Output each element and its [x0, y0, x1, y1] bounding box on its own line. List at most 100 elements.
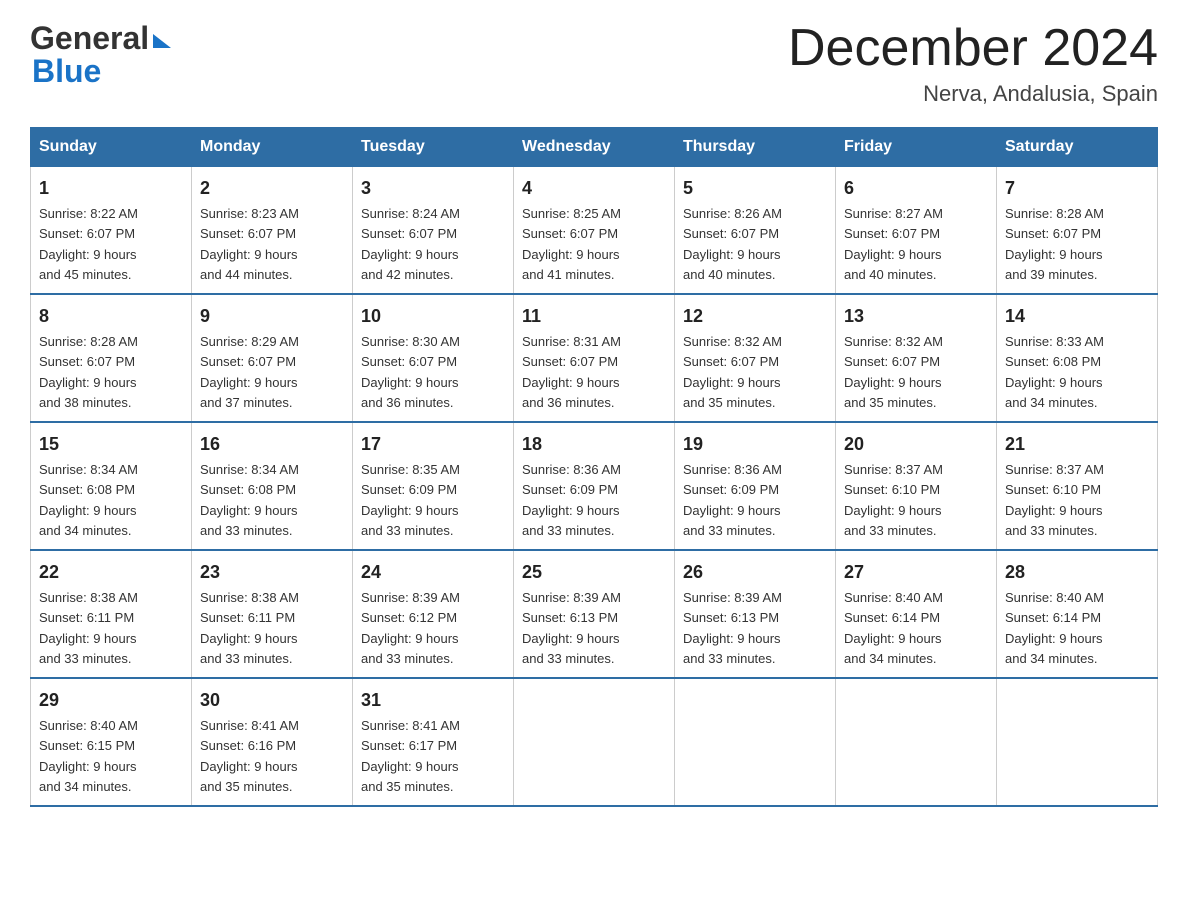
- calendar-header-row: Sunday Monday Tuesday Wednesday Thursday…: [31, 128, 1158, 167]
- col-header-saturday: Saturday: [997, 128, 1158, 167]
- day-number: 28: [1005, 559, 1149, 586]
- day-info: Sunrise: 8:32 AMSunset: 6:07 PMDaylight:…: [683, 334, 782, 410]
- day-number: 12: [683, 303, 827, 330]
- table-row: 18Sunrise: 8:36 AMSunset: 6:09 PMDayligh…: [514, 422, 675, 550]
- calendar-week-row: 29 Sunrise: 8:40 AMSunset: 6:15 PMDayligh…: [31, 678, 1158, 806]
- day-number: 22: [39, 559, 183, 586]
- day-number: 5: [683, 175, 827, 202]
- day-number: 10: [361, 303, 505, 330]
- table-row: 8Sunrise: 8:28 AMSunset: 6:07 PMDaylight…: [31, 294, 192, 422]
- calendar-week-row: 22 Sunrise: 8:38 AMSunset: 6:11 PMDayligh…: [31, 550, 1158, 678]
- table-row: 6 Sunrise: 8:27 AMSunset: 6:07 PMDaylight…: [836, 167, 997, 295]
- day-number: 11: [522, 303, 666, 330]
- day-number: 30: [200, 687, 344, 714]
- day-info: Sunrise: 8:40 AMSunset: 6:14 PMDaylight:…: [1005, 590, 1104, 666]
- day-number: 26: [683, 559, 827, 586]
- table-row: 17Sunrise: 8:35 AMSunset: 6:09 PMDayligh…: [353, 422, 514, 550]
- table-row: [997, 678, 1158, 806]
- day-info: Sunrise: 8:25 AMSunset: 6:07 PMDaylight:…: [522, 206, 621, 282]
- table-row: 21Sunrise: 8:37 AMSunset: 6:10 PMDayligh…: [997, 422, 1158, 550]
- table-row: 22 Sunrise: 8:38 AMSunset: 6:11 PMDayligh…: [31, 550, 192, 678]
- table-row: 24 Sunrise: 8:39 AMSunset: 6:12 PMDayligh…: [353, 550, 514, 678]
- table-row: 20 Sunrise: 8:37 AMSunset: 6:10 PMDayligh…: [836, 422, 997, 550]
- day-number: 18: [522, 431, 666, 458]
- day-number: 3: [361, 175, 505, 202]
- day-number: 31: [361, 687, 505, 714]
- day-info: Sunrise: 8:23 AMSunset: 6:07 PMDaylight:…: [200, 206, 299, 282]
- day-info: Sunrise: 8:29 AMSunset: 6:07 PMDaylight:…: [200, 334, 299, 410]
- day-number: 24: [361, 559, 505, 586]
- col-header-wednesday: Wednesday: [514, 128, 675, 167]
- day-info: Sunrise: 8:31 AMSunset: 6:07 PMDaylight:…: [522, 334, 621, 410]
- day-info: Sunrise: 8:40 AMSunset: 6:14 PMDaylight:…: [844, 590, 943, 666]
- table-row: 3 Sunrise: 8:24 AMSunset: 6:07 PMDaylight…: [353, 167, 514, 295]
- day-number: 17: [361, 431, 505, 458]
- day-info: Sunrise: 8:39 AMSunset: 6:13 PMDaylight:…: [683, 590, 782, 666]
- page-title: December 2024: [788, 20, 1158, 77]
- day-info: Sunrise: 8:22 AMSunset: 6:07 PMDaylight:…: [39, 206, 138, 282]
- title-area: December 2024 Nerva, Andalusia, Spain: [788, 20, 1158, 107]
- table-row: 12 Sunrise: 8:32 AMSunset: 6:07 PMDayligh…: [675, 294, 836, 422]
- day-info: Sunrise: 8:34 AMSunset: 6:08 PMDaylight:…: [200, 462, 299, 538]
- table-row: 1Sunrise: 8:22 AMSunset: 6:07 PMDaylight…: [31, 167, 192, 295]
- day-info: Sunrise: 8:27 AMSunset: 6:07 PMDaylight:…: [844, 206, 943, 282]
- day-info: Sunrise: 8:41 AMSunset: 6:17 PMDaylight:…: [361, 718, 460, 794]
- col-header-monday: Monday: [192, 128, 353, 167]
- table-row: 4 Sunrise: 8:25 AMSunset: 6:07 PMDaylight…: [514, 167, 675, 295]
- day-info: Sunrise: 8:26 AMSunset: 6:07 PMDaylight:…: [683, 206, 782, 282]
- table-row: 23 Sunrise: 8:38 AMSunset: 6:11 PMDayligh…: [192, 550, 353, 678]
- day-info: Sunrise: 8:39 AMSunset: 6:13 PMDaylight:…: [522, 590, 621, 666]
- day-number: 8: [39, 303, 183, 330]
- day-info: Sunrise: 8:24 AMSunset: 6:07 PMDaylight:…: [361, 206, 460, 282]
- table-row: 9 Sunrise: 8:29 AMSunset: 6:07 PMDaylight…: [192, 294, 353, 422]
- table-row: 15 Sunrise: 8:34 AMSunset: 6:08 PMDayligh…: [31, 422, 192, 550]
- table-row: [675, 678, 836, 806]
- page-subtitle: Nerva, Andalusia, Spain: [788, 81, 1158, 107]
- day-number: 23: [200, 559, 344, 586]
- day-number: 20: [844, 431, 988, 458]
- calendar-week-row: 8Sunrise: 8:28 AMSunset: 6:07 PMDaylight…: [31, 294, 1158, 422]
- day-number: 21: [1005, 431, 1149, 458]
- day-info: Sunrise: 8:30 AMSunset: 6:07 PMDaylight:…: [361, 334, 460, 410]
- day-info: Sunrise: 8:28 AMSunset: 6:07 PMDaylight:…: [1005, 206, 1104, 282]
- col-header-friday: Friday: [836, 128, 997, 167]
- table-row: [836, 678, 997, 806]
- calendar-table: Sunday Monday Tuesday Wednesday Thursday…: [30, 127, 1158, 807]
- table-row: 14Sunrise: 8:33 AMSunset: 6:08 PMDayligh…: [997, 294, 1158, 422]
- day-info: Sunrise: 8:37 AMSunset: 6:10 PMDaylight:…: [844, 462, 943, 538]
- logo: General Blue: [30, 20, 171, 90]
- table-row: [514, 678, 675, 806]
- day-number: 6: [844, 175, 988, 202]
- calendar-week-row: 1Sunrise: 8:22 AMSunset: 6:07 PMDaylight…: [31, 167, 1158, 295]
- logo-general-text: General: [30, 20, 149, 57]
- table-row: 7Sunrise: 8:28 AMSunset: 6:07 PMDaylight…: [997, 167, 1158, 295]
- col-header-sunday: Sunday: [31, 128, 192, 167]
- day-info: Sunrise: 8:41 AMSunset: 6:16 PMDaylight:…: [200, 718, 299, 794]
- day-number: 16: [200, 431, 344, 458]
- day-number: 2: [200, 175, 344, 202]
- day-number: 29: [39, 687, 183, 714]
- table-row: 13 Sunrise: 8:32 AMSunset: 6:07 PMDayligh…: [836, 294, 997, 422]
- table-row: 10 Sunrise: 8:30 AMSunset: 6:07 PMDayligh…: [353, 294, 514, 422]
- day-info: Sunrise: 8:36 AMSunset: 6:09 PMDaylight:…: [683, 462, 782, 538]
- table-row: 27Sunrise: 8:40 AMSunset: 6:14 PMDayligh…: [836, 550, 997, 678]
- day-number: 19: [683, 431, 827, 458]
- day-info: Sunrise: 8:38 AMSunset: 6:11 PMDaylight:…: [200, 590, 299, 666]
- table-row: 11 Sunrise: 8:31 AMSunset: 6:07 PMDayligh…: [514, 294, 675, 422]
- day-info: Sunrise: 8:34 AMSunset: 6:08 PMDaylight:…: [39, 462, 138, 538]
- table-row: 31 Sunrise: 8:41 AMSunset: 6:17 PMDayligh…: [353, 678, 514, 806]
- logo-blue-text: Blue: [30, 53, 171, 90]
- table-row: 26 Sunrise: 8:39 AMSunset: 6:13 PMDayligh…: [675, 550, 836, 678]
- table-row: 16 Sunrise: 8:34 AMSunset: 6:08 PMDayligh…: [192, 422, 353, 550]
- day-info: Sunrise: 8:32 AMSunset: 6:07 PMDaylight:…: [844, 334, 943, 410]
- day-number: 25: [522, 559, 666, 586]
- day-info: Sunrise: 8:38 AMSunset: 6:11 PMDaylight:…: [39, 590, 138, 666]
- day-number: 4: [522, 175, 666, 202]
- day-info: Sunrise: 8:39 AMSunset: 6:12 PMDaylight:…: [361, 590, 460, 666]
- day-info: Sunrise: 8:40 AMSunset: 6:15 PMDaylight:…: [39, 718, 138, 794]
- table-row: 19 Sunrise: 8:36 AMSunset: 6:09 PMDayligh…: [675, 422, 836, 550]
- day-number: 15: [39, 431, 183, 458]
- day-info: Sunrise: 8:33 AMSunset: 6:08 PMDaylight:…: [1005, 334, 1104, 410]
- day-number: 13: [844, 303, 988, 330]
- day-number: 9: [200, 303, 344, 330]
